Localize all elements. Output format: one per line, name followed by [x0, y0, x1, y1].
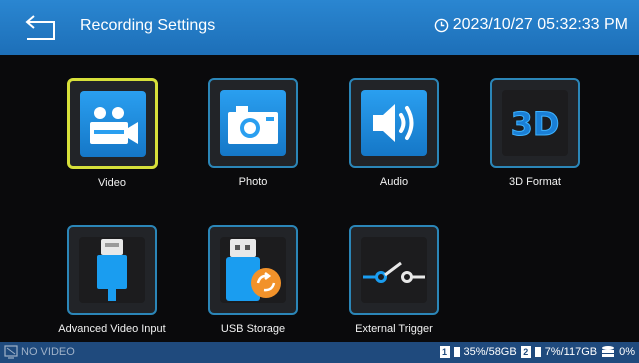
slot1-usage: 35%/58GB: [463, 346, 517, 358]
3d-icon: 3D: [502, 90, 568, 156]
tile-audio[interactable]: Audio: [348, 78, 440, 188]
tile-video[interactable]: Video: [66, 78, 158, 189]
header-bar: Recording Settings 2023/10/27 05:32:33 P…: [0, 0, 639, 55]
buffer-usage: 0%: [619, 346, 635, 358]
3d-icon-text: 3D: [511, 105, 560, 143]
storage-status: 1 35%/58GB 2 7%/117GB 0%: [439, 345, 635, 359]
tile-advanced-video-input-box: [67, 225, 157, 315]
tile-external-trigger[interactable]: External Trigger: [348, 225, 440, 335]
input-status: NO VIDEO: [4, 345, 75, 359]
sd-card-icon: [453, 347, 460, 357]
video-camera-icon: [79, 90, 146, 157]
tile-usb-storage[interactable]: USB Storage: [207, 225, 299, 335]
buffer-icon: [602, 346, 615, 357]
datetime-text: 2023/10/27 05:32:33 PM: [452, 16, 628, 33]
slot1-icon: 1: [439, 346, 450, 358]
tile-audio-label: Audio: [379, 176, 409, 188]
switch-icon: [361, 237, 427, 303]
status-bar: NO VIDEO 1 35%/58GB 2 7%/117GB 0%: [0, 342, 639, 363]
input-status-text: NO VIDEO: [21, 346, 75, 358]
tile-3d-format-box: 3D: [490, 78, 580, 168]
sd-card-icon: [534, 347, 541, 357]
tile-audio-box: [349, 78, 439, 168]
back-arrow-icon: [25, 15, 55, 40]
clock: 2023/10/27 05:32:33 PM: [434, 16, 628, 34]
photo-camera-icon: [220, 90, 286, 156]
tile-photo[interactable]: Photo: [207, 78, 299, 188]
tile-3d-format-label: 3D Format: [509, 176, 561, 188]
tile-usb-storage-box: [208, 225, 298, 315]
tile-external-trigger-box: [349, 225, 439, 315]
tile-video-box: [67, 78, 158, 169]
tile-video-label: Video: [98, 177, 126, 189]
tile-photo-label: Photo: [238, 176, 268, 188]
settings-grid: Video Photo Audio 3D 3D Format Advanced …: [0, 55, 639, 342]
tile-usb-storage-label: USB Storage: [220, 323, 286, 335]
tile-external-trigger-label: External Trigger: [355, 323, 433, 335]
tile-3d-format[interactable]: 3D 3D Format: [489, 78, 581, 188]
hdmi-cable-icon: [79, 237, 145, 303]
clock-icon: [434, 18, 449, 32]
tile-advanced-video-input-label: Advanced Video Input: [58, 323, 166, 335]
speaker-icon: [361, 90, 427, 156]
slot2-usage: 7%/117GB: [544, 346, 598, 358]
back-button[interactable]: [24, 14, 58, 42]
tile-advanced-video-input[interactable]: Advanced Video Input: [58, 225, 166, 335]
input-signal-icon: [4, 345, 18, 359]
page-title: Recording Settings: [80, 17, 216, 34]
usb-storage-icon: [220, 237, 286, 303]
tile-photo-box: [208, 78, 298, 168]
slot2-icon: 2: [520, 346, 531, 358]
